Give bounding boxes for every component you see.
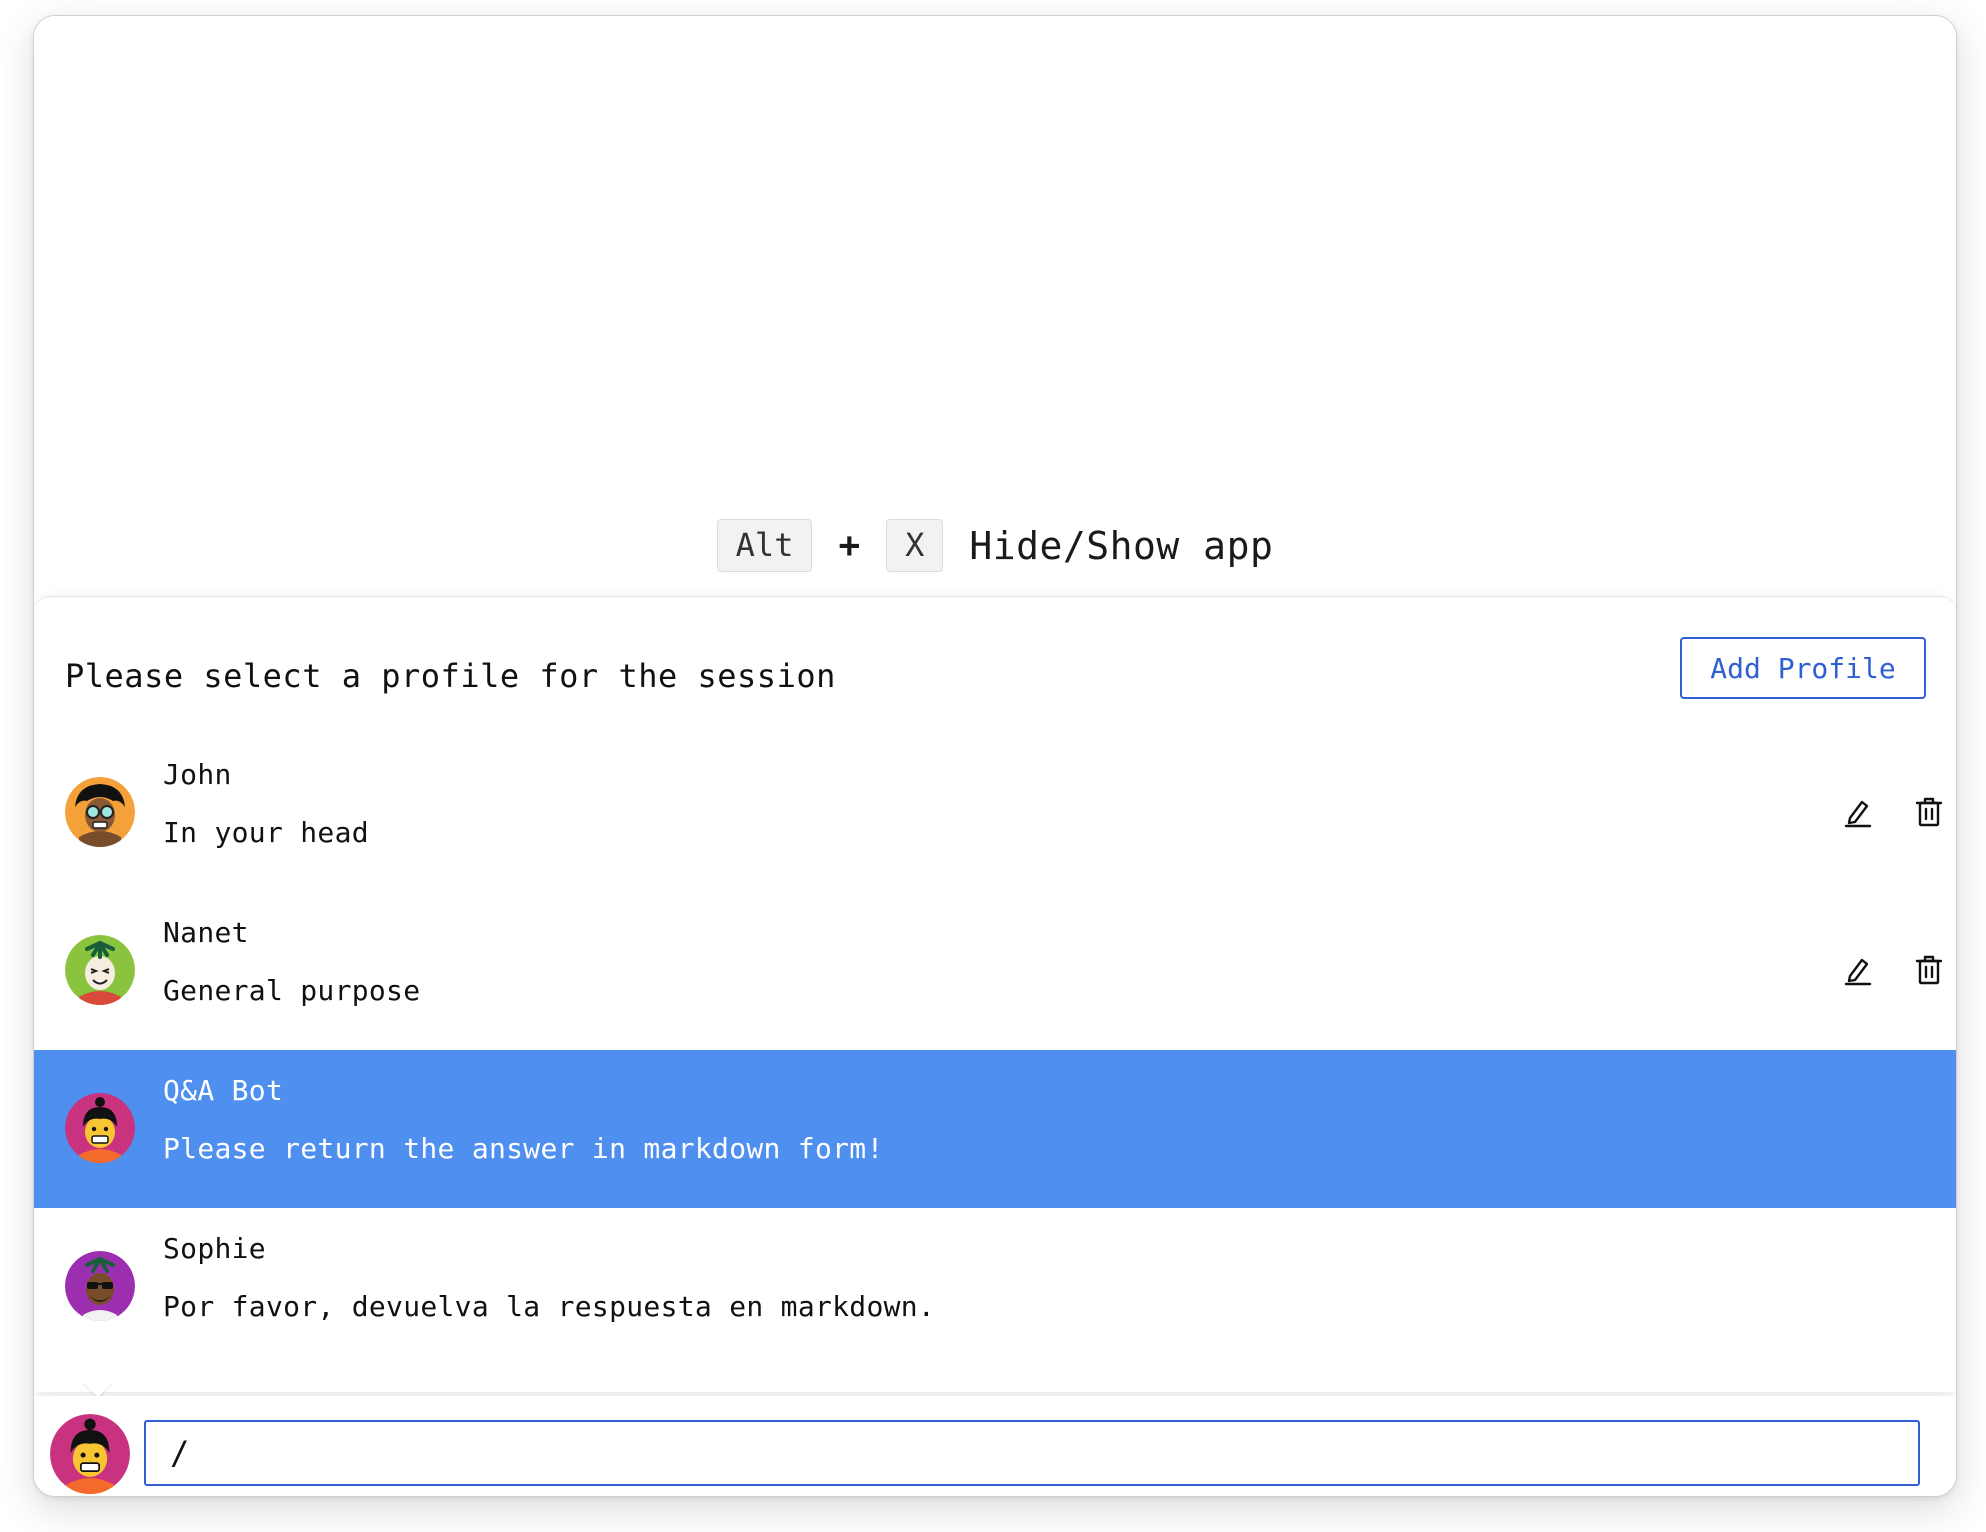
profile-name: Nanet <box>163 916 249 949</box>
profile-selector-panel: Please select a profile for the session … <box>34 596 1956 1392</box>
shortcut-label: Hide/Show app <box>969 523 1274 568</box>
plus-sign: + <box>838 525 861 567</box>
shortcut-hint: Alt + X Hide/Show app <box>34 519 1956 573</box>
trash-icon[interactable] <box>1909 792 1949 832</box>
profile-item-sophie[interactable]: Sophie Por favor, devuelva la respuesta … <box>34 1208 1956 1366</box>
profile-name: Sophie <box>163 1232 266 1265</box>
profile-description: Por favor, devuelva la respuesta en mark… <box>163 1290 936 1323</box>
chat-input[interactable] <box>144 1420 1920 1486</box>
avatar-green-smiling-icon <box>65 935 135 1005</box>
x-key: X <box>886 519 944 573</box>
profile-name: John <box>163 758 232 791</box>
alt-key: Alt <box>716 519 813 573</box>
profile-description: In your head <box>163 816 369 849</box>
add-profile-button[interactable]: Add Profile <box>1680 637 1926 699</box>
chat-input-bar <box>34 1396 1956 1496</box>
popover-pointer <box>82 1381 114 1397</box>
profile-name: Q&A Bot <box>163 1074 284 1107</box>
trash-icon[interactable] <box>1909 950 1949 990</box>
avatar-afro-glasses-icon <box>65 777 135 847</box>
avatar-pink-bun-icon <box>65 1093 135 1163</box>
edit-icon[interactable] <box>1838 792 1878 832</box>
avatar-purple-sunglasses-icon <box>65 1251 135 1321</box>
edit-icon[interactable] <box>1838 950 1878 990</box>
panel-title: Please select a profile for the session <box>65 657 836 695</box>
profile-item-john[interactable]: John In your head <box>34 734 1956 892</box>
app-window: Alt + X Hide/Show app Please select a pr… <box>33 15 1957 1497</box>
profile-description: Please return the answer in markdown for… <box>163 1132 884 1165</box>
profile-item-qa-bot[interactable]: Q&A Bot Please return the answer in mark… <box>34 1050 1956 1208</box>
profile-item-nanet[interactable]: Nanet General purpose <box>34 892 1956 1050</box>
profile-list: John In your head Nanet General purpose … <box>34 734 1956 1366</box>
conversation-area: Alt + X Hide/Show app <box>34 16 1956 596</box>
avatar-pink-bun-icon[interactable] <box>50 1414 130 1494</box>
profile-description: General purpose <box>163 974 421 1007</box>
